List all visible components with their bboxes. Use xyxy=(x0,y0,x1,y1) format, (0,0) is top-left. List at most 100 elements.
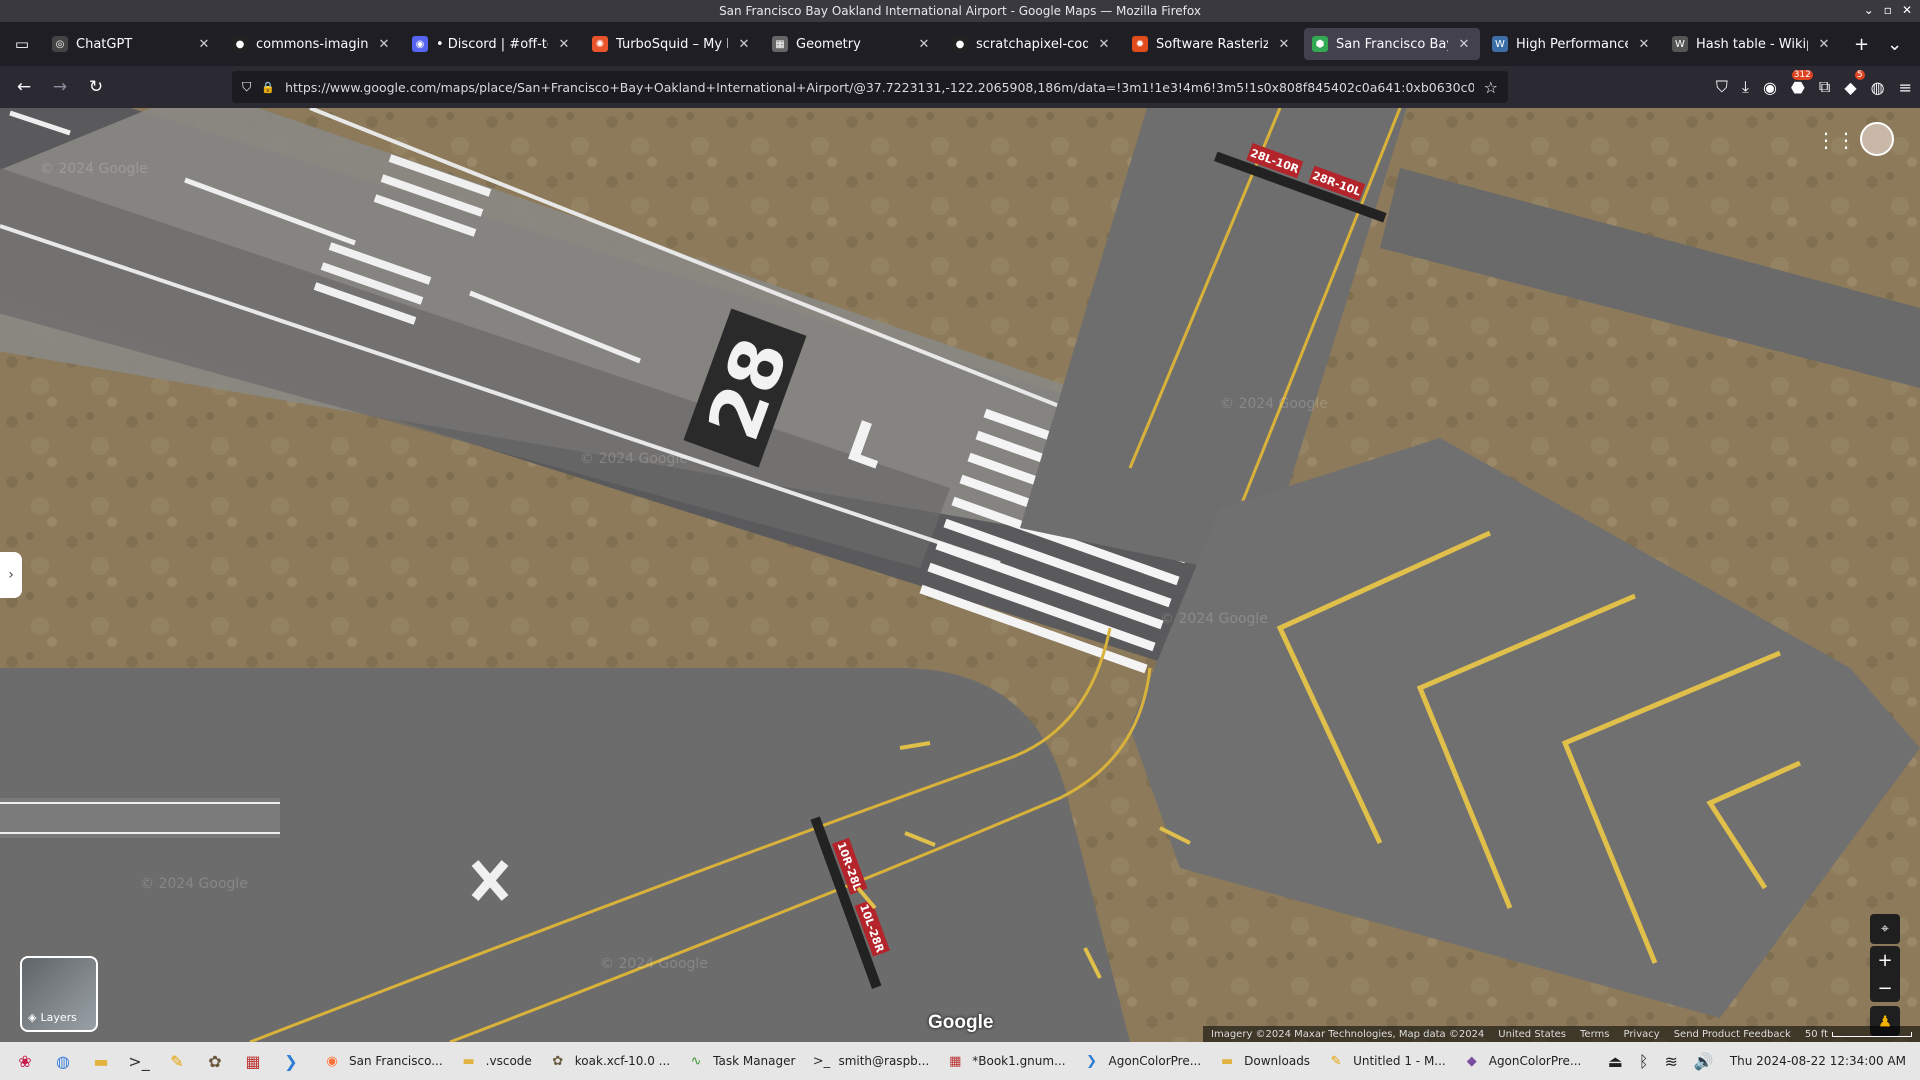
file-manager-icon[interactable]: ▬ xyxy=(86,1046,116,1076)
vscode-icon[interactable]: ❯ xyxy=(276,1046,306,1076)
svg-text:© 2024 Google: © 2024 Google xyxy=(140,876,248,892)
scratchapixel-icon: ✹ xyxy=(1132,36,1148,52)
extension-badge-icon[interactable]: ◆ 5 xyxy=(1844,69,1865,97)
country-link[interactable]: United States xyxy=(1498,1029,1566,1040)
tab-9[interactable]: W Hash table - Wikipedia ✕ xyxy=(1664,28,1840,60)
close-tab-icon[interactable]: ✕ xyxy=(1816,37,1832,52)
account-avatar[interactable] xyxy=(1860,122,1894,156)
taskbar-item-label: Downloads xyxy=(1244,1054,1311,1068)
tab-label: ChatGPT xyxy=(76,36,133,52)
wifi-icon[interactable]: ≋ xyxy=(1664,1052,1677,1071)
tab-8[interactable]: W High Performance Vox ✕ xyxy=(1484,28,1660,60)
scale-bar[interactable]: 50 ft xyxy=(1805,1029,1912,1040)
taskbar: ❀ ◍ ▬ >_ ✎ ✿ ▦ ❯ ◉ San Francisco... ▬ .vscode ✿ koak… xyxy=(0,1042,1920,1080)
close-tab-icon[interactable]: ✕ xyxy=(1456,37,1472,52)
google-logo: Google xyxy=(928,1012,994,1033)
bookmark-star-icon[interactable]: ☆ xyxy=(1484,78,1498,97)
terminal-icon[interactable]: >_ xyxy=(124,1046,154,1076)
new-tab-icon[interactable]: + xyxy=(1854,34,1869,55)
eject-icon[interactable]: ⏏ xyxy=(1608,1052,1623,1071)
raspberry-menu-icon[interactable]: ❀ xyxy=(10,1046,40,1076)
tab-5[interactable]: ● scratchapixel-code/ras ✕ xyxy=(944,28,1120,60)
taskbar-item[interactable]: ◉ San Francisco... xyxy=(314,1045,449,1077)
back-button[interactable]: ← xyxy=(6,71,42,103)
github-icon: ● xyxy=(952,36,968,52)
menu-icon[interactable]: ≡ xyxy=(1899,78,1912,97)
minimize-icon[interactable]: ⌄ xyxy=(1864,3,1874,17)
close-tab-icon[interactable]: ✕ xyxy=(376,37,392,52)
satellite-imagery[interactable]: 28 L 28L-10R 28R-10L 10R-28L 10L-28R © 2… xyxy=(0,108,1920,1042)
gimp-icon[interactable]: ✿ xyxy=(200,1046,230,1076)
maximize-icon[interactable]: ▫ xyxy=(1884,3,1892,17)
taskbar-item[interactable]: ◆ AgonColorPre... xyxy=(1454,1045,1588,1077)
profile-icon[interactable]: ◍ xyxy=(1871,78,1885,97)
firefox-view-icon[interactable]: ▭ xyxy=(0,22,44,66)
google-apps-icon[interactable]: ⋮⋮⋮ xyxy=(1816,128,1876,152)
pocket-icon[interactable]: ⛉ xyxy=(1716,77,1728,97)
tab-1[interactable]: ● commons-imaging/src ✕ xyxy=(224,28,400,60)
taskbar-item[interactable]: ✿ koak.xcf-10.0 ... xyxy=(540,1045,676,1077)
tab-4[interactable]: ▦ Geometry ✕ xyxy=(764,28,940,60)
close-tab-icon[interactable]: ✕ xyxy=(556,37,572,52)
lock-icon[interactable]: 🔒 xyxy=(261,81,275,94)
layers-button[interactable]: ◈ Layers xyxy=(20,956,98,1032)
svg-text:© 2024 Google: © 2024 Google xyxy=(40,161,148,177)
tab-7[interactable]: ⬢ San Francisco Bay Oak ✕ xyxy=(1304,28,1480,60)
taskbar-item-label: Task Manager xyxy=(713,1054,796,1068)
tab-6[interactable]: ✹ Software Rasterization ✕ xyxy=(1124,28,1300,60)
map-attribution-bar: Imagery ©2024 Maxar Technologies, Map da… xyxy=(1203,1026,1920,1042)
tab-0[interactable]: ◎ ChatGPT ✕ xyxy=(44,28,220,60)
zoom-control: + − xyxy=(1870,946,1900,1002)
browser-globe-icon[interactable]: ◍ xyxy=(48,1046,78,1076)
privacy-link[interactable]: Privacy xyxy=(1623,1029,1659,1040)
close-tab-icon[interactable]: ✕ xyxy=(1276,37,1292,52)
volume-icon[interactable]: 🔊 xyxy=(1694,1052,1714,1071)
expand-side-panel-button[interactable]: › xyxy=(0,552,22,598)
tab-label: Geometry xyxy=(796,36,861,52)
pencil-icon[interactable]: ✎ xyxy=(162,1046,192,1076)
vscode-icon: ❯ xyxy=(1086,1053,1097,1069)
zoom-in-button[interactable]: + xyxy=(1870,946,1900,974)
tab-list: ◎ ChatGPT ✕ ● commons-imaging/src ✕ ◉ • Discord… xyxy=(44,28,1844,60)
taskbar-item-label: smith@raspb... xyxy=(838,1054,930,1068)
account-icon[interactable]: ◉ xyxy=(1763,78,1777,97)
taskbar-item[interactable]: ▬ Downloads xyxy=(1209,1045,1316,1077)
taskbar-item[interactable]: ▦ *Book1.gnum... xyxy=(937,1045,1071,1077)
tab-label: Software Rasterization xyxy=(1156,36,1268,52)
taskbar-item-label: AgonColorPre... xyxy=(1108,1054,1202,1068)
close-tab-icon[interactable]: ✕ xyxy=(736,37,752,52)
ublock-icon[interactable]: ⬣ 312 xyxy=(1791,69,1813,97)
taskbar-item[interactable]: ❯ AgonColorPre... xyxy=(1074,1045,1208,1077)
clock[interactable]: Thu 2024-08-22 12:34:00 AM xyxy=(1730,1054,1906,1068)
imagery-attribution: Imagery ©2024 Maxar Technologies, Map da… xyxy=(1211,1028,1485,1040)
forward-button[interactable]: → xyxy=(42,71,78,103)
url-text[interactable]: https://www.google.com/maps/place/San+Fr… xyxy=(285,80,1474,95)
taskbar-item[interactable]: ▬ .vscode xyxy=(451,1045,538,1077)
zoom-out-button[interactable]: − xyxy=(1870,974,1900,1002)
taskbar-item[interactable]: ∿ Task Manager xyxy=(678,1045,801,1077)
tab-3[interactable]: ✺ TurboSquid – My Files ✕ xyxy=(584,28,760,60)
feedback-link[interactable]: Send Product Feedback xyxy=(1674,1029,1791,1040)
extensions-icon[interactable]: ⧉ xyxy=(1819,77,1830,97)
wikipedia-icon: W xyxy=(1672,36,1688,52)
google-maps-icon: ⬢ xyxy=(1312,36,1328,52)
url-bar[interactable]: ⛉ 🔒 https://www.google.com/maps/place/Sa… xyxy=(232,71,1508,103)
map-viewport[interactable]: 28 L 28L-10R 28R-10L 10R-28L 10L-28R © 2… xyxy=(0,108,1920,1042)
download-icon[interactable]: ⤓ xyxy=(1742,77,1749,97)
terms-link[interactable]: Terms xyxy=(1580,1029,1609,1040)
tracking-shield-icon[interactable]: ⛉ xyxy=(242,79,251,95)
taskbar-item[interactable]: ✎ Untitled 1 - M... xyxy=(1318,1045,1452,1077)
my-location-button[interactable]: ⌖ xyxy=(1870,914,1900,944)
close-window-icon[interactable]: ✕ xyxy=(1902,3,1912,17)
tab-label: commons-imaging/src xyxy=(256,36,368,52)
taskbar-item[interactable]: >_ smith@raspb... xyxy=(803,1045,935,1077)
close-tab-icon[interactable]: ✕ xyxy=(1636,37,1652,52)
tab-2[interactable]: ◉ • Discord | #off-topic | A ✕ xyxy=(404,28,580,60)
close-tab-icon[interactable]: ✕ xyxy=(196,37,212,52)
close-tab-icon[interactable]: ✕ xyxy=(916,37,932,52)
spreadsheet-icon[interactable]: ▦ xyxy=(238,1046,268,1076)
list-all-tabs-icon[interactable]: ⌄ xyxy=(1887,34,1902,55)
bluetooth-icon[interactable]: ᛒ xyxy=(1639,1052,1649,1071)
reload-button[interactable]: ↻ xyxy=(78,71,114,103)
close-tab-icon[interactable]: ✕ xyxy=(1096,37,1112,52)
